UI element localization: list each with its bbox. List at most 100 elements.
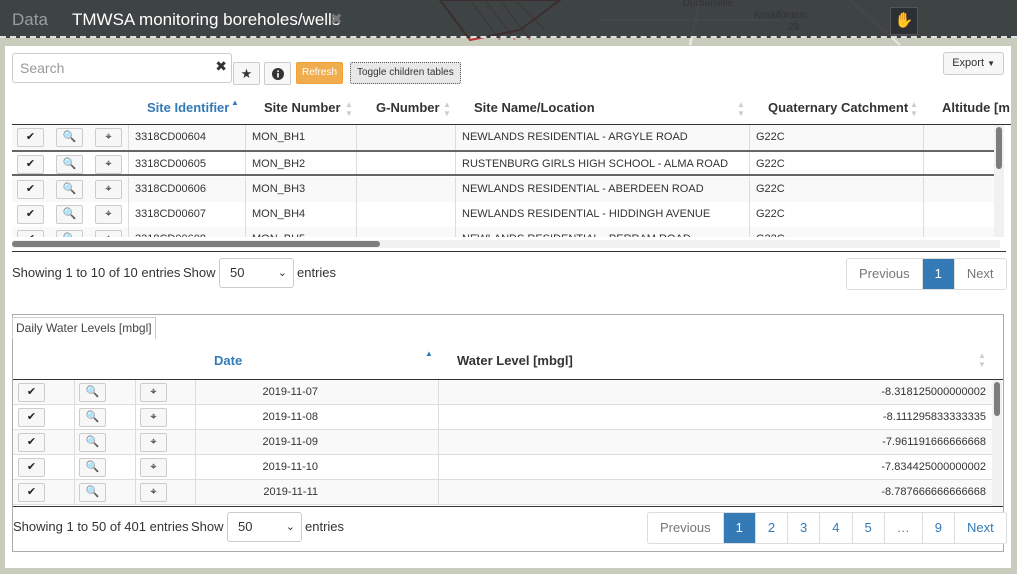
zoom-icon[interactable]: 🔍 xyxy=(79,483,106,502)
pagination-page[interactable]: 9 xyxy=(921,513,954,543)
table-row[interactable]: ✔ 🔍 ⌖ 2019-11-08 -8.111295833333335 xyxy=(13,405,992,430)
pagination-next[interactable]: Next xyxy=(953,259,1006,289)
sites-page-length-select[interactable]: 50 ⌄ xyxy=(219,258,294,288)
crosshair-icon[interactable]: ⌖ xyxy=(95,230,122,237)
levels-vertical-scrollbar[interactable] xyxy=(992,380,1002,506)
column-site-name[interactable]: Site Name/Location xyxy=(474,90,595,124)
pagination-next[interactable]: Next xyxy=(953,513,1006,543)
cell-water-level: -7.961191666666668 xyxy=(438,430,992,454)
column-quaternary-catchment[interactable]: Quaternary Catchment xyxy=(768,90,908,124)
crosshair-icon[interactable]: ⌖ xyxy=(95,128,122,147)
zoom-icon[interactable]: 🔍 xyxy=(56,230,83,237)
table-row-selected[interactable]: ✔ 🔍 ⌖ 3318CD00605 MON_BH2 RUSTENBURG GIR… xyxy=(12,150,998,176)
crosshair-icon[interactable]: ⌖ xyxy=(140,383,167,402)
chevron-down-icon: ⌄ xyxy=(277,267,287,279)
table-row[interactable]: ✔ 🔍 ⌖ 2019-11-09 -7.961191666666668 xyxy=(13,430,992,455)
column-site-number[interactable]: Site Number xyxy=(264,90,341,124)
pagination-previous[interactable]: Previous xyxy=(847,259,922,289)
levels-page-length-select[interactable]: 50 ⌄ xyxy=(227,512,302,542)
sites-table-body[interactable]: ✔ 🔍 ⌖ 3318CD00604 MON_BH1 NEWLANDS RESID… xyxy=(12,125,998,237)
check-icon[interactable]: ✔ xyxy=(17,128,44,147)
check-icon[interactable]: ✔ xyxy=(17,155,44,174)
crosshair-icon[interactable]: ⌖ xyxy=(140,458,167,477)
crosshair-icon[interactable]: ⌖ xyxy=(140,408,167,427)
close-icon[interactable]: ✖ xyxy=(330,10,343,28)
table-row[interactable]: ✔ 🔍 ⌖ 3318CD00604 MON_BH1 NEWLANDS RESID… xyxy=(12,125,998,151)
pagination-page[interactable]: 4 xyxy=(819,513,852,543)
zoom-icon[interactable]: 🔍 xyxy=(56,205,83,224)
pagination-page[interactable]: 2 xyxy=(754,513,788,543)
window-titlebar: Data TMWSA monitoring boreholes/wells ✖ … xyxy=(0,0,1017,38)
zoom-icon[interactable]: 🔍 xyxy=(79,433,106,452)
pagination-page[interactable]: 1 xyxy=(921,259,954,289)
check-icon[interactable]: ✔ xyxy=(18,408,45,427)
zoom-icon[interactable]: 🔍 xyxy=(56,128,83,147)
clear-search-icon[interactable]: ✖ xyxy=(215,58,227,75)
zoom-icon[interactable]: 🔍 xyxy=(56,180,83,199)
column-altitude[interactable]: Altitude [m xyxy=(942,90,1010,124)
favorite-star-icon[interactable]: ★ xyxy=(233,62,260,85)
sort-icon[interactable]: ▲ ▼ xyxy=(910,100,918,118)
sort-icon[interactable]: ▲ ▼ xyxy=(443,100,451,118)
check-icon[interactable]: ✔ xyxy=(17,180,44,199)
sort-icon[interactable]: ▲ ▼ xyxy=(345,100,353,118)
toggle-children-tables-button[interactable]: Toggle children tables xyxy=(350,62,461,84)
table-row[interactable]: ✔ 🔍 ⌖ 2019-11-07 -8.318125000000002 xyxy=(13,380,992,405)
search-input[interactable] xyxy=(20,55,210,81)
check-icon[interactable]: ✔ xyxy=(17,205,44,224)
scrollbar-thumb[interactable] xyxy=(994,382,1000,416)
search-box: ✖ xyxy=(12,53,232,83)
check-icon[interactable]: ✔ xyxy=(18,458,45,477)
table-row[interactable]: ✔ 🔍 ⌖ 2019-11-11 -8.787666666666668 xyxy=(13,480,992,505)
pan-hand-icon[interactable]: ✋ xyxy=(890,7,918,35)
table-row[interactable]: ✔ 🔍 ⌖ 2019-11-10 -7.834425000000002 xyxy=(13,455,992,480)
crosshair-icon[interactable]: ⌖ xyxy=(95,205,122,224)
tab-data[interactable]: Data xyxy=(12,10,48,30)
sites-horizontal-scrollbar[interactable] xyxy=(12,240,1000,248)
crosshair-icon[interactable]: ⌖ xyxy=(95,180,122,199)
zoom-icon[interactable]: 🔍 xyxy=(56,155,83,174)
table-row[interactable]: ✔ 🔍 ⌖ 3318CD00606 MON_BH3 NEWLANDS RESID… xyxy=(12,177,998,203)
table-row[interactable]: ✔ 🔍 ⌖ 3318CD00608 MON_BH5 NEWLANDS RESID… xyxy=(12,227,998,237)
divider xyxy=(135,480,142,504)
sort-asc-icon[interactable]: ▲ xyxy=(231,98,239,107)
crosshair-icon[interactable]: ⌖ xyxy=(95,155,122,174)
pagination-page[interactable]: 3 xyxy=(787,513,820,543)
zoom-icon[interactable]: 🔍 xyxy=(79,408,106,427)
pagination-page[interactable]: 5 xyxy=(851,513,884,543)
pagination-page[interactable]: 1 xyxy=(722,513,755,543)
zoom-icon[interactable]: 🔍 xyxy=(79,458,106,477)
sort-icon[interactable]: ▲ ▼ xyxy=(978,351,986,369)
crosshair-icon[interactable]: ⌖ xyxy=(140,433,167,452)
cell-site-identifier: 3318CD00605 xyxy=(128,152,245,174)
crosshair-icon[interactable]: ⌖ xyxy=(140,483,167,502)
cell-catchment: G22C xyxy=(749,227,923,237)
export-button[interactable]: Export ▼ xyxy=(943,52,1004,75)
scrollbar-thumb[interactable] xyxy=(12,241,380,247)
check-icon[interactable]: ✔ xyxy=(18,483,45,502)
table-row[interactable]: ✔ 🔍 ⌖ 3318CD00607 MON_BH4 NEWLANDS RESID… xyxy=(12,202,998,228)
check-icon[interactable]: ✔ xyxy=(18,383,45,402)
zoom-icon[interactable]: 🔍 xyxy=(79,383,106,402)
window-title[interactable]: TMWSA monitoring boreholes/wells xyxy=(72,10,340,30)
caret-down-icon: ▼ xyxy=(987,59,995,68)
column-water-level[interactable]: Water Level [mbgl] xyxy=(457,343,573,378)
levels-table-body[interactable]: ✔ 🔍 ⌖ 2019-11-07 -8.318125000000002 ✔ 🔍 … xyxy=(13,380,992,506)
cell-g-number xyxy=(356,152,455,174)
column-site-identifier[interactable]: Site Identifier xyxy=(147,90,229,124)
check-icon[interactable]: ✔ xyxy=(17,230,44,237)
refresh-button[interactable]: Refresh xyxy=(296,62,344,84)
cell-date: 2019-11-11 xyxy=(195,480,438,504)
check-icon[interactable]: ✔ xyxy=(18,433,45,452)
sites-vertical-scrollbar[interactable] xyxy=(994,125,1004,237)
column-g-number[interactable]: G-Number xyxy=(376,90,440,124)
show-label: Show xyxy=(191,519,224,534)
scrollbar-thumb[interactable] xyxy=(996,127,1002,169)
info-icon[interactable] xyxy=(264,62,291,85)
column-date[interactable]: Date xyxy=(214,343,242,378)
tab-daily-water-levels[interactable]: Daily Water Levels [mbgl] xyxy=(12,317,156,339)
sort-icon[interactable]: ▲ ▼ xyxy=(737,100,745,118)
sort-asc-icon[interactable]: ▲ xyxy=(425,349,433,358)
pagination-previous[interactable]: Previous xyxy=(648,513,723,543)
cell-altitude xyxy=(923,227,998,237)
